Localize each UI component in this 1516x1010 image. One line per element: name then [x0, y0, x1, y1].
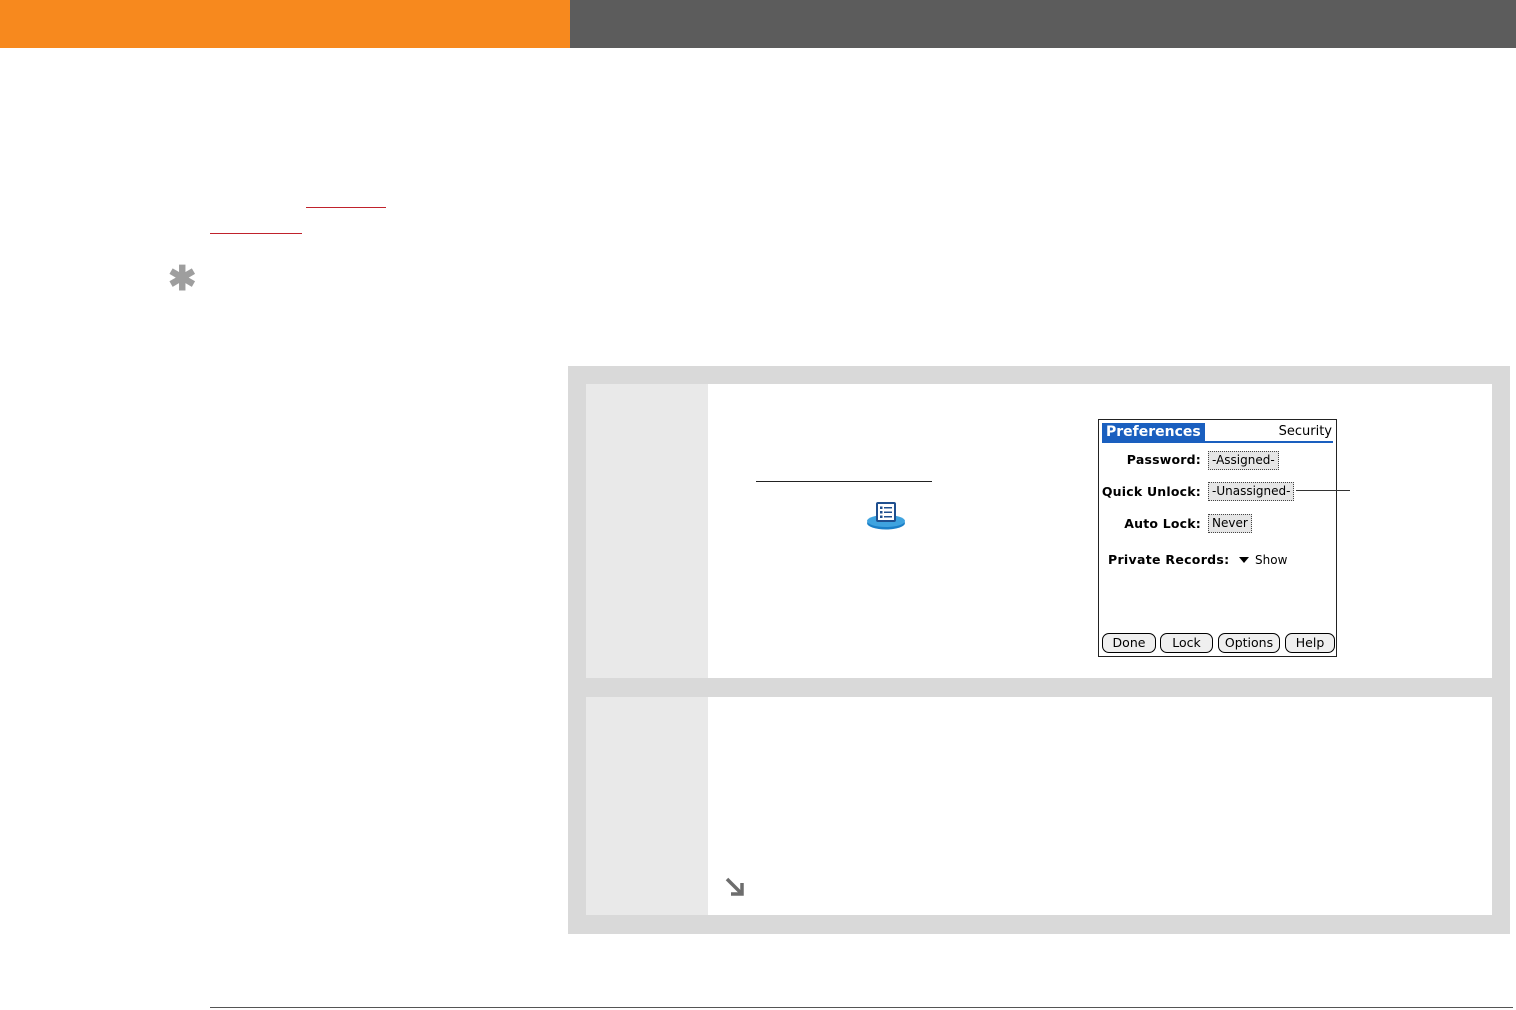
lock-button[interactable]: Lock	[1160, 633, 1213, 653]
arrow-down-right-icon	[724, 876, 748, 898]
auto-lock-label: Auto Lock:	[1124, 516, 1201, 531]
security-preferences-screenshot: Preferences Security Password: -Assigned…	[1098, 419, 1337, 657]
private-records-label: Private Records:	[1108, 552, 1230, 567]
screen-title: Preferences	[1102, 423, 1205, 442]
options-button[interactable]: Options	[1218, 633, 1280, 653]
footer-rule	[210, 1007, 1513, 1008]
done-button[interactable]: Done	[1102, 633, 1156, 653]
private-records-value[interactable]: Show	[1255, 551, 1287, 569]
title-underline	[1102, 441, 1333, 443]
step-2	[586, 697, 1492, 915]
prefs-app-icon[interactable]	[864, 498, 908, 532]
header-title-bar	[570, 0, 1516, 48]
section-selector[interactable]: Security	[1279, 423, 1332, 441]
step-link-underline[interactable]	[756, 481, 932, 482]
step-number-column	[586, 384, 708, 678]
auto-lock-field[interactable]: Never	[1208, 514, 1252, 533]
sidebar-link-underline[interactable]	[210, 233, 302, 234]
dropdown-arrow-icon[interactable]	[1239, 557, 1249, 563]
help-button[interactable]: Help	[1285, 633, 1335, 653]
sidebar-link-underline[interactable]	[306, 207, 386, 208]
callout-line	[1296, 490, 1350, 491]
password-field[interactable]: -Assigned-	[1208, 451, 1279, 470]
password-label: Password:	[1126, 452, 1201, 467]
header-accent-bar	[0, 0, 570, 48]
step-number-column	[586, 697, 708, 915]
steps-panel	[568, 366, 1510, 934]
step-1	[586, 384, 1492, 678]
quick-unlock-label: Quick Unlock:	[1101, 484, 1201, 499]
asterisk-icon: ✱	[168, 260, 197, 298]
quick-unlock-field[interactable]: -Unassigned-	[1208, 482, 1295, 501]
